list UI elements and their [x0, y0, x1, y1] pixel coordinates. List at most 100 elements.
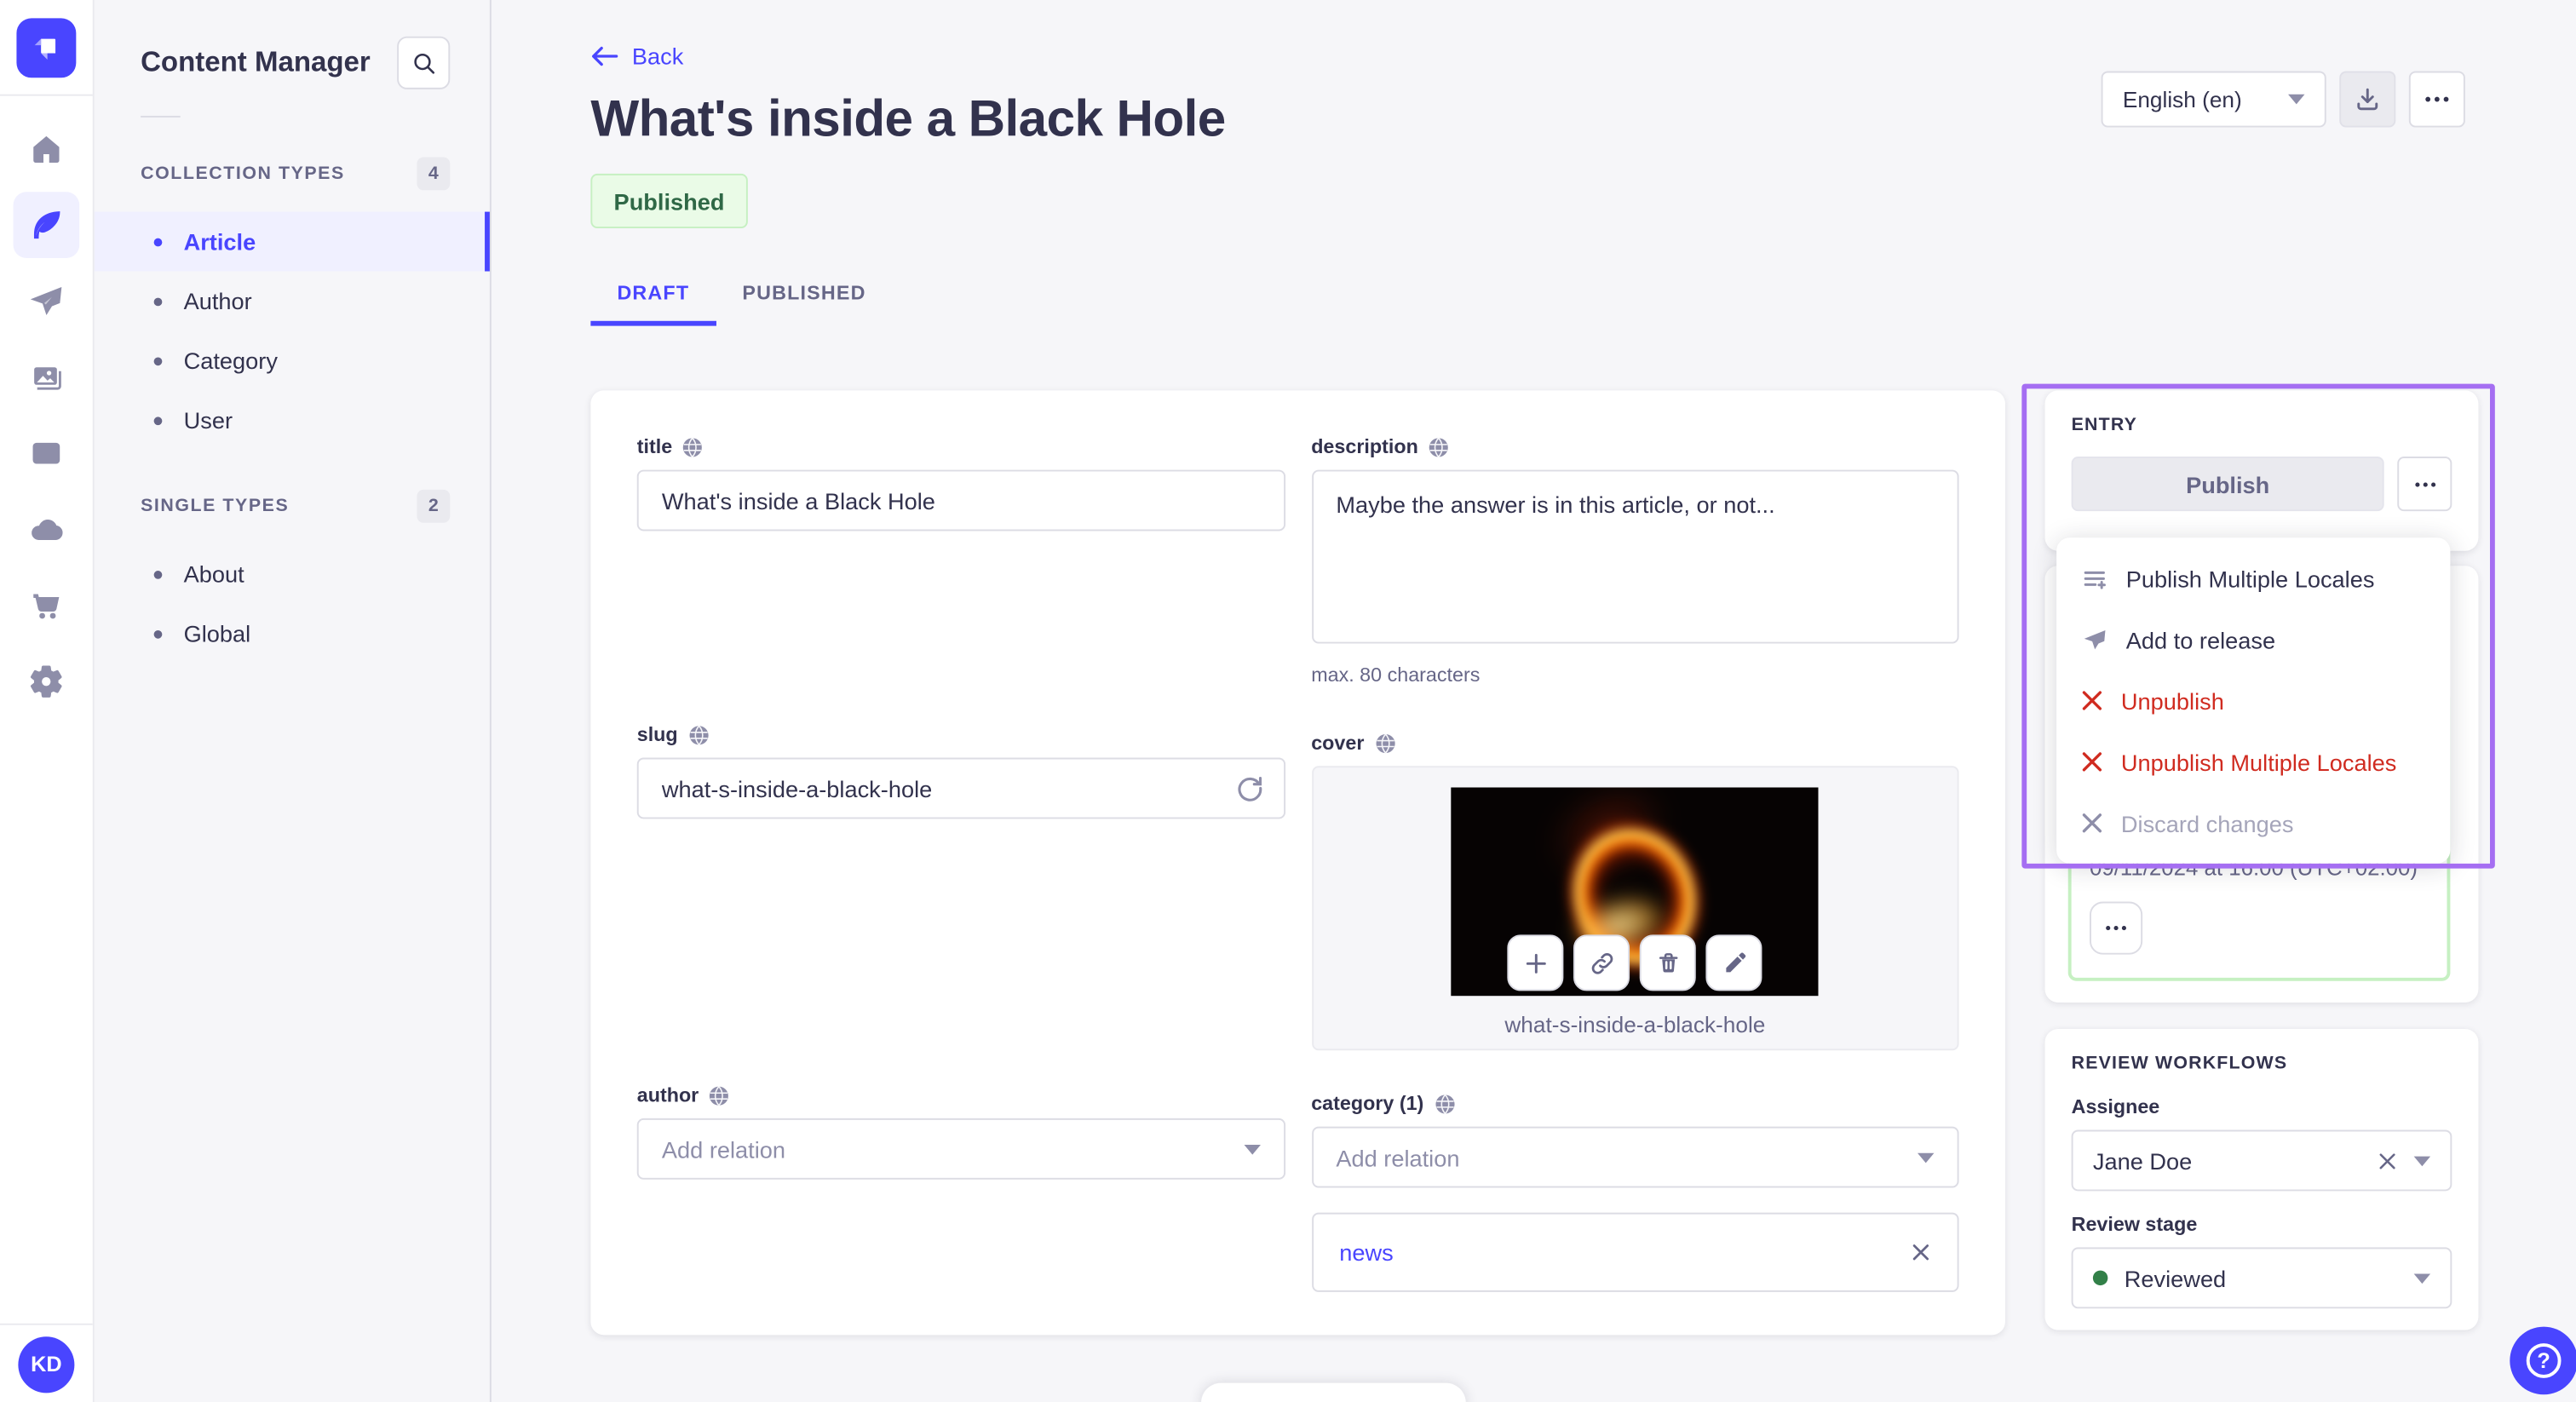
slug-field: slug — [636, 723, 1285, 819]
relation-news-link[interactable]: news — [1339, 1239, 1393, 1266]
title-input-wrap — [636, 469, 1285, 531]
sidebar-item-user[interactable]: User — [95, 390, 490, 450]
sidebar-search-button[interactable] — [397, 36, 451, 89]
menu-item-unpublish-multiple-locales[interactable]: Unpublish Multiple Locales — [2056, 731, 2450, 792]
nav-content-manager-button[interactable] — [13, 192, 80, 258]
cover-delete-button[interactable] — [1640, 934, 1697, 991]
nav-pages-button[interactable] — [14, 420, 80, 486]
sidebar-section-single-types: SINGLE TYPES 2 About Global — [95, 489, 490, 664]
title-field: title — [636, 434, 1285, 531]
assignee-label: Assignee — [2071, 1095, 2160, 1118]
scheduled-more-actions-button[interactable] — [2089, 901, 2143, 955]
cover-field: cover what-s-inside-a-black-hole — [1311, 731, 1959, 1051]
user-avatar[interactable]: KD — [18, 1336, 75, 1393]
remove-relation-icon[interactable] — [1911, 1243, 1930, 1262]
slug-input[interactable] — [661, 759, 1260, 818]
entry-panel: ENTRY Publish — [2044, 390, 2479, 551]
sidebar-item-label: Article — [183, 228, 256, 256]
nav-marketplace-button[interactable] — [14, 572, 80, 639]
main-nav-rail: KD — [0, 0, 95, 1402]
form-left-column: title slug — [636, 434, 1285, 1290]
ellipsis-icon — [2414, 481, 2435, 486]
sidebar-item-label: Global — [183, 620, 251, 647]
entry-more-actions-button[interactable] — [2397, 457, 2452, 512]
nav-settings-button[interactable] — [14, 648, 80, 715]
export-download-button[interactable] — [2339, 71, 2396, 128]
tab-published[interactable]: PUBLISHED — [716, 272, 892, 326]
cover-copy-link-button[interactable] — [1573, 934, 1630, 991]
strapi-logo-icon — [34, 37, 56, 60]
sidebar-item-label: About — [183, 560, 244, 588]
publish-button[interactable]: Publish — [2071, 457, 2384, 512]
entry-sidebar: ENTRY Publish 09/11/2024 at 16:00 (UTC+0… — [2021, 383, 2495, 1330]
description-textarea[interactable]: Maybe the answer is in this article, or … — [1311, 469, 1959, 644]
assignee-value: Jane Doe — [2092, 1146, 2193, 1174]
sidebar-item-article[interactable]: Article — [94, 211, 490, 272]
globe-icon — [688, 724, 708, 744]
back-link[interactable]: Back — [492, 0, 683, 70]
single-types-label: SINGLE TYPES — [141, 496, 290, 516]
paper-plane-icon — [2084, 629, 2106, 649]
clear-icon[interactable] — [2378, 1151, 2397, 1170]
menu-item-discard-changes[interactable]: Discard changes — [2056, 792, 2450, 853]
sidebar-section-collection-types: COLLECTION TYPES 4 Article Author Catego… — [94, 157, 490, 451]
search-icon — [413, 52, 434, 73]
globe-icon — [1435, 1093, 1454, 1114]
cover-media-card: what-s-inside-a-black-hole — [1311, 766, 1959, 1051]
menu-item-publish-multiple-locales[interactable]: Publish Multiple Locales — [2056, 548, 2450, 609]
author-relation-select[interactable]: Add relation — [636, 1118, 1285, 1180]
locale-select[interactable]: English (en) — [2101, 71, 2326, 128]
title-field-label: title — [636, 434, 673, 458]
cover-edit-button[interactable] — [1705, 934, 1762, 991]
nav-cloud-button[interactable] — [14, 497, 80, 563]
entry-heading: ENTRY — [2071, 415, 2138, 435]
menu-item-label: Add to release — [2125, 626, 2276, 653]
content-manager-sidebar: Content Manager COLLECTION TYPES 4 Artic… — [94, 0, 492, 1402]
tab-draft[interactable]: DRAFT — [590, 272, 716, 326]
menu-item-label: Unpublish — [2120, 687, 2224, 715]
sidebar-item-category[interactable]: Category — [95, 330, 490, 390]
collection-types-count-badge: 4 — [417, 157, 451, 191]
sidebar-title: Content Manager — [141, 46, 371, 78]
home-icon — [33, 135, 60, 163]
collection-types-label: COLLECTION TYPES — [141, 164, 345, 184]
rail-user-area: KD — [0, 1323, 93, 1402]
chevron-down-icon — [2413, 1155, 2431, 1166]
rail-icon-list — [0, 96, 93, 715]
nav-releases-button[interactable] — [14, 268, 80, 335]
header-more-actions-button[interactable] — [2408, 71, 2465, 128]
help-button[interactable]: ? — [2510, 1326, 2576, 1395]
nav-media-library-button[interactable] — [14, 344, 80, 411]
sidebar-item-label: Category — [183, 347, 278, 374]
menu-item-unpublish[interactable]: Unpublish — [2056, 670, 2450, 732]
sidebar-item-global[interactable]: Global — [95, 604, 490, 664]
cover-actions — [1507, 934, 1762, 991]
menu-item-add-to-release[interactable]: Add to release — [2056, 609, 2450, 670]
category-relation-item: news — [1311, 1212, 1959, 1292]
nav-home-button[interactable] — [14, 116, 80, 182]
layout-icon — [32, 442, 60, 464]
sidebar-item-about[interactable]: About — [95, 544, 490, 604]
bullet-icon — [153, 356, 163, 365]
review-stage-select[interactable]: Reviewed — [2071, 1247, 2452, 1309]
category-field: category (1) Add relation news — [1311, 1092, 1959, 1292]
strapi-logo[interactable] — [16, 17, 77, 78]
refresh-icon — [1237, 776, 1262, 802]
title-input[interactable] — [661, 471, 1260, 530]
link-icon — [1591, 952, 1613, 974]
bullet-icon — [153, 570, 163, 578]
cover-add-button[interactable] — [1507, 934, 1564, 991]
review-stage-value: Reviewed — [2124, 1264, 2227, 1291]
review-stage-label: Review stage — [2071, 1212, 2198, 1236]
sidebar-item-author[interactable]: Author — [95, 272, 490, 331]
app-window: KD Content Manager COLLECTION TYPES 4 Ar… — [0, 0, 2576, 1402]
question-mark-icon: ? — [2526, 1343, 2562, 1378]
regenerate-slug-button[interactable] — [1235, 774, 1263, 802]
bullet-icon — [153, 237, 163, 246]
sidebar-item-label: Author — [183, 287, 252, 315]
shopping-cart-icon — [33, 594, 60, 619]
assignee-select[interactable]: Jane Doe — [2071, 1129, 2452, 1192]
content-manager-feather-icon — [33, 211, 60, 239]
category-relation-select[interactable]: Add relation — [1311, 1126, 1959, 1188]
cover-image-black-hole[interactable] — [1451, 787, 1819, 997]
